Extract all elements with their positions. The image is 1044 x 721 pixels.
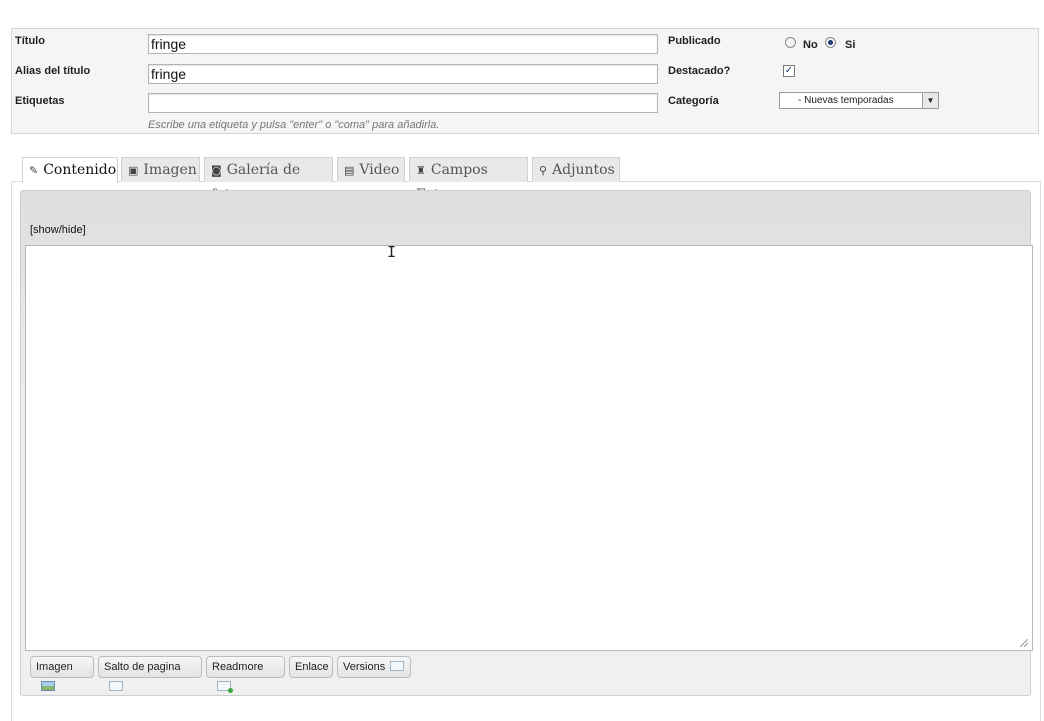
published-no-label: No	[803, 39, 818, 51]
edit-icon: ✎	[29, 164, 39, 177]
title-label: Título	[15, 35, 45, 47]
button-label: Readmore	[212, 661, 264, 673]
chevron-down-icon: ▼	[922, 93, 938, 108]
link-button[interactable]: Enlace	[289, 656, 333, 678]
tab-contenido[interactable]: ✎ Contenido	[22, 157, 118, 183]
category-label: Categoría	[668, 95, 719, 107]
image-icon: ▣	[128, 164, 139, 177]
tab-adjuntos[interactable]: ⚲ Adjuntos	[532, 157, 620, 182]
button-label: Versions	[343, 661, 386, 673]
insert-image-button[interactable]: Imagen	[30, 656, 94, 691]
alias-label: Alias del título	[15, 65, 91, 77]
page-break-button[interactable]: Salto de pagina	[98, 656, 202, 691]
featured-label: Destacado?	[668, 65, 731, 77]
tags-label: Etiquetas	[15, 95, 65, 107]
paperclip-icon: ⚲	[539, 164, 548, 177]
button-label: Salto de pagina	[104, 661, 181, 673]
tab-imagen[interactable]: ▣ Imagen	[121, 157, 200, 182]
tab-video[interactable]: ▤ Video	[337, 157, 405, 182]
published-no-radio[interactable]	[785, 37, 796, 48]
tab-label: Contenido	[43, 162, 117, 178]
published-label: Publicado	[668, 35, 721, 47]
readmore-icon	[217, 681, 233, 693]
camera-icon: ◙	[211, 164, 222, 177]
tab-galeria-de-fotos[interactable]: ◙Galería de fotos	[204, 157, 333, 203]
button-label: Imagen	[36, 661, 73, 673]
film-icon: ▤	[344, 164, 355, 177]
category-select[interactable]: - Nuevas temporadas ▼	[779, 92, 939, 109]
tags-input[interactable]	[148, 93, 658, 113]
picture-icon	[41, 681, 55, 691]
featured-checkbox[interactable]: ✓	[783, 65, 795, 77]
published-yes-radio[interactable]	[825, 37, 836, 48]
resize-handle-icon[interactable]	[1020, 639, 1028, 647]
tab-campos-extra[interactable]: ♜Campos Extra	[409, 157, 528, 203]
tab-label: Adjuntos	[552, 162, 615, 178]
published-yes-label: Si	[845, 39, 856, 51]
pagebreak-icon	[109, 681, 123, 691]
alias-input[interactable]	[148, 64, 658, 84]
tags-hint: Escribe una etiqueta y pulsa "enter" o "…	[148, 119, 440, 131]
puzzle-icon: ♜	[416, 164, 426, 177]
title-input[interactable]	[148, 34, 658, 54]
versions-button[interactable]: Versions	[337, 656, 411, 678]
content-editor-textarea[interactable]	[25, 245, 1033, 651]
versions-icon	[390, 661, 405, 671]
readmore-button[interactable]: Readmore	[206, 656, 285, 693]
tab-label: Imagen	[143, 162, 197, 178]
show-hide-toggle[interactable]: [show/hide]	[30, 224, 86, 236]
tab-label: Video	[359, 162, 400, 178]
button-label: Enlace	[295, 661, 329, 673]
category-selected-value: - Nuevas temporadas	[798, 95, 894, 106]
text-cursor-icon: I	[387, 243, 397, 261]
